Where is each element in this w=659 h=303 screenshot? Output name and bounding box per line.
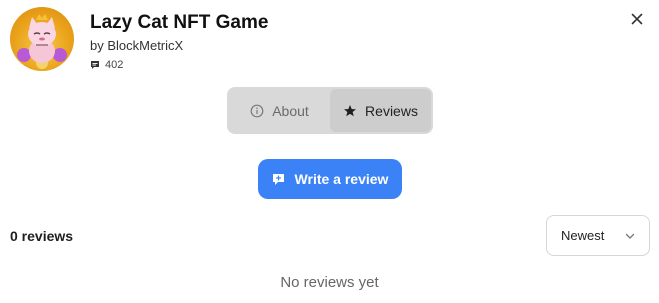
comment-icon [91, 61, 99, 69]
segmented-tabs: About Reviews [227, 87, 433, 134]
close-button[interactable] [627, 9, 647, 29]
lazy-cat-logo-icon [17, 14, 67, 69]
sort-select-value: Newest [561, 228, 605, 243]
reviews-count: 0 reviews [10, 228, 74, 244]
tab-about-label: About [272, 102, 309, 119]
star-icon [344, 104, 357, 116]
comment-plus-icon [272, 173, 284, 185]
empty-reviews-message: No reviews yet [280, 274, 379, 291]
tab-reviews[interactable]: Reviews [330, 89, 431, 132]
comment-count: 402 [90, 59, 123, 71]
extension-detail-panel: Lazy Cat NFT Game by BlockMetricX 402 Ab… [0, 0, 659, 303]
write-review-button[interactable]: Write a review [258, 159, 402, 199]
tab-reviews-label: Reviews [365, 102, 418, 119]
info-icon [250, 104, 264, 117]
comment-count-value: 402 [105, 59, 124, 71]
chevron-down-icon [625, 233, 635, 239]
tab-about[interactable]: About [229, 89, 330, 132]
app-title: Lazy Cat NFT Game [90, 12, 269, 33]
write-review-label: Write a review [294, 171, 389, 187]
app-avatar [10, 7, 74, 71]
close-icon [631, 13, 643, 25]
sort-select[interactable]: Newest [546, 215, 650, 256]
app-author: by BlockMetricX [90, 38, 184, 53]
